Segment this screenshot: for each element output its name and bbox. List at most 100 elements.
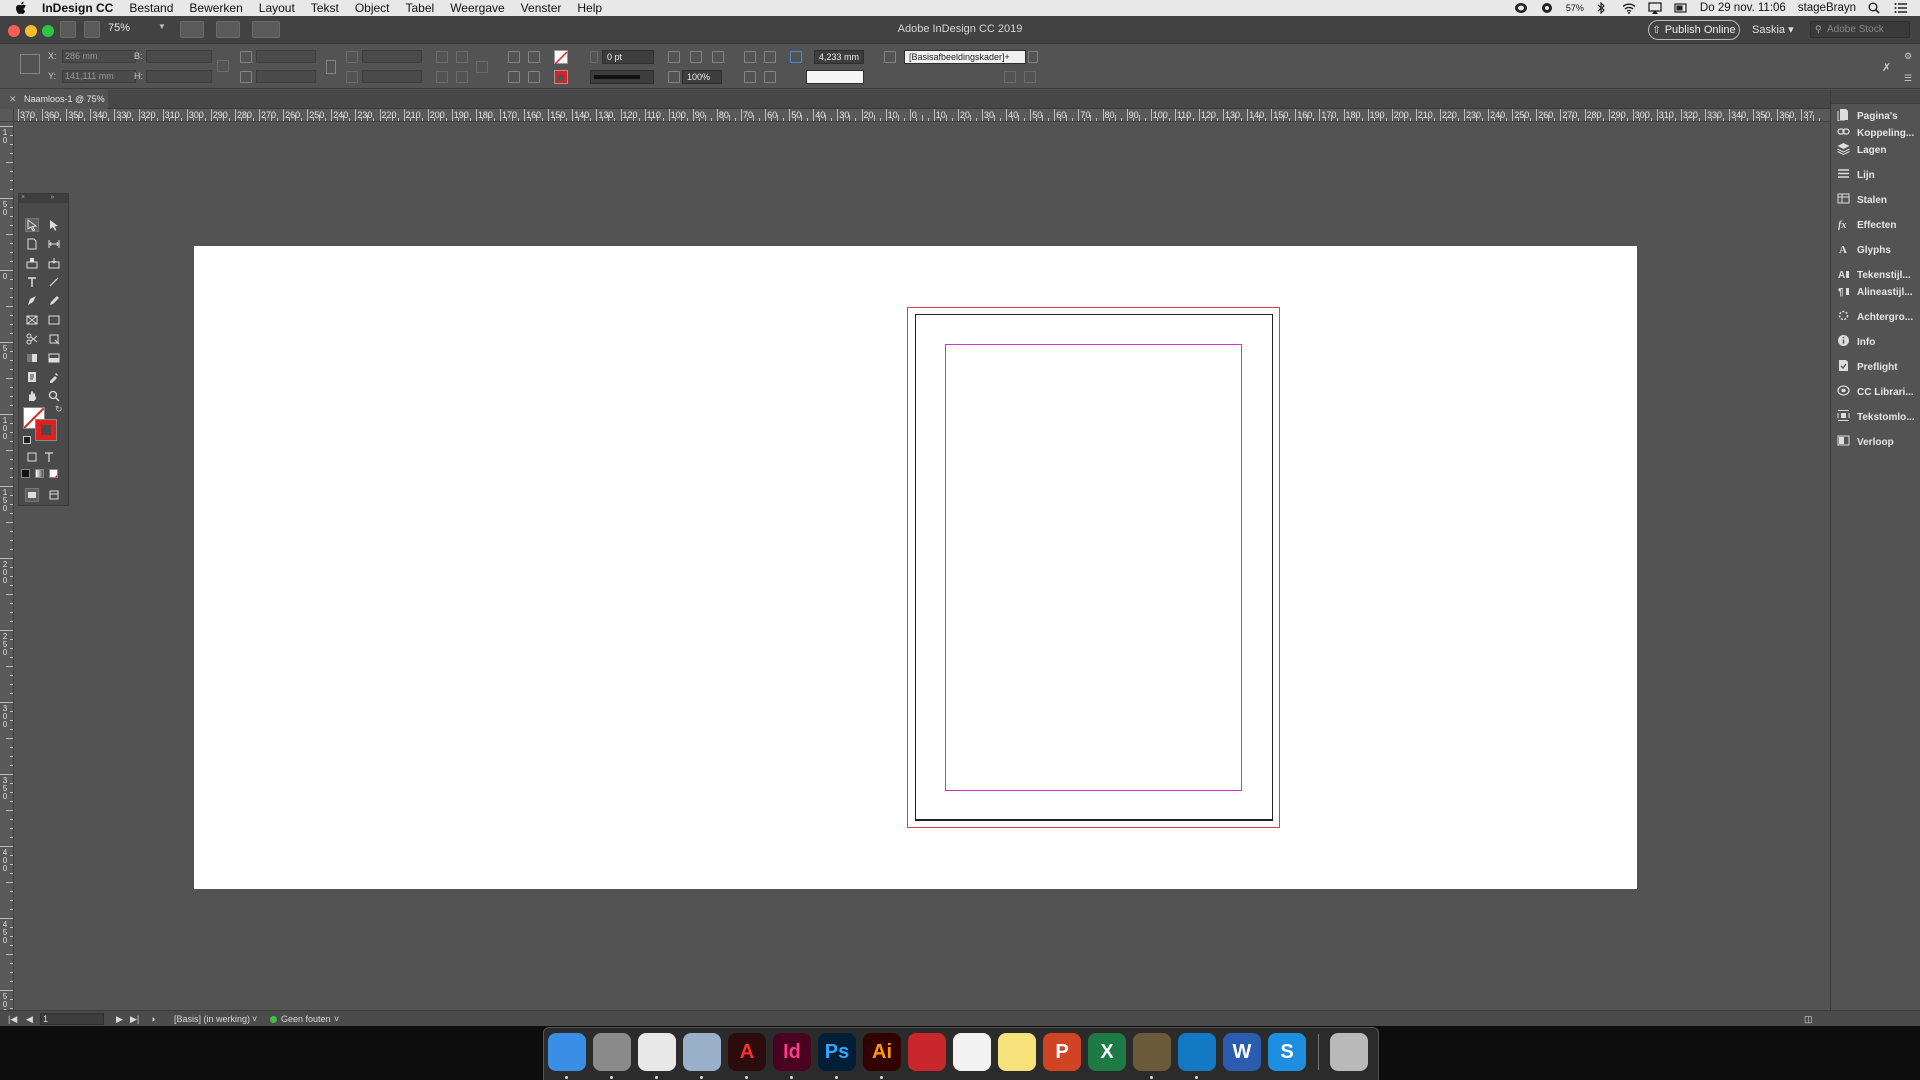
distribute-icon[interactable]: [744, 71, 756, 83]
normal-view-mode-icon[interactable]: [25, 488, 39, 502]
panel-tab-text-wrap[interactable]: Tekstomlo...: [1837, 408, 1919, 426]
apple-menu-icon[interactable]: [14, 1, 28, 15]
pen-tool-icon[interactable]: [25, 294, 39, 308]
width-field[interactable]: [146, 50, 212, 63]
scale-x-field[interactable]: [256, 50, 316, 63]
page-tool-icon[interactable]: [25, 237, 39, 251]
stroke-type-select[interactable]: [590, 70, 654, 84]
bridge-button[interactable]: [60, 21, 76, 38]
menu-object[interactable]: Object: [355, 0, 390, 16]
workspace-switcher[interactable]: Saskia ▾: [1752, 23, 1794, 36]
select-previous-object-icon[interactable]: [528, 71, 540, 83]
rectangle-frame-tool-icon[interactable]: [25, 313, 39, 327]
zoom-level-select[interactable]: 75% ▼: [108, 22, 168, 38]
chevron-down-icon[interactable]: ˅: [252, 1013, 257, 1025]
menu-help[interactable]: Help: [577, 0, 602, 16]
trello-icon[interactable]: [1178, 1033, 1216, 1071]
content-placer-tool-icon[interactable]: [47, 256, 61, 270]
panel-tab-character-styles[interactable]: A Tekenstijl...: [1837, 266, 1919, 284]
rotate-clockwise-icon[interactable]: [436, 51, 448, 63]
apply-color-icon[interactable]: [21, 469, 30, 478]
panel-tab-effects[interactable]: fx Effecten: [1837, 216, 1919, 234]
photoshop-icon[interactable]: Ps: [818, 1033, 856, 1071]
pencil-tool-icon[interactable]: [47, 294, 61, 308]
publish-online-button[interactable]: ⇧ Publish Online: [1648, 20, 1740, 40]
line-tool-icon[interactable]: [47, 275, 61, 289]
window-minimize-button[interactable]: [25, 25, 37, 37]
menu-venster[interactable]: Venster: [521, 0, 562, 16]
constrain-proportions-icon[interactable]: [217, 60, 229, 72]
stroke-weight-stepper-icon[interactable]: [590, 51, 598, 63]
opacity-field[interactable]: 100%: [682, 70, 722, 84]
panel-tab-paragraph-styles[interactable]: ¶ Alineastijl...: [1837, 283, 1919, 301]
airplay-icon[interactable]: [1648, 2, 1662, 14]
document-tab[interactable]: ✕ Naamloos-1 @ 75%: [0, 90, 108, 109]
stock-button[interactable]: [84, 21, 100, 38]
fill-swatch-none-icon[interactable]: [554, 50, 568, 65]
panels-dock-header[interactable]: [1831, 90, 1920, 104]
preview-icon[interactable]: [683, 1033, 721, 1071]
apply-none-icon[interactable]: [49, 469, 58, 478]
powerpoint-icon[interactable]: P: [1043, 1033, 1081, 1071]
menubar-username[interactable]: stageBrayn: [1798, 2, 1856, 14]
panel-tab-glyphs[interactable]: A Glyphs: [1837, 241, 1919, 259]
shear-angle-field[interactable]: [362, 70, 422, 83]
effects-preview-field[interactable]: [806, 70, 864, 84]
zoom-tool-icon[interactable]: [47, 389, 61, 403]
vertical-ruler[interactable]: 1 0 5 0 0 5 0 1 0 0 1 5 0 2 0 0 2 5 0 3 0 0 3 5 0…: [0, 122, 14, 1010]
panel-tab-layers[interactable]: Lagen: [1837, 141, 1919, 159]
screen-mode-button[interactable]: [216, 21, 240, 38]
content-collector-tool-icon[interactable]: [25, 256, 39, 270]
drop-shadow-icon[interactable]: [668, 51, 680, 63]
battery-icon[interactable]: [1674, 2, 1688, 14]
constrain-scale-icon[interactable]: [326, 60, 336, 74]
panel-menu-icon[interactable]: [1024, 71, 1036, 83]
first-page-icon[interactable]: |◀: [8, 1013, 17, 1025]
skype-icon[interactable]: S: [1268, 1033, 1306, 1071]
last-page-icon[interactable]: ▶|: [130, 1013, 139, 1025]
menu-app-name[interactable]: InDesign CC: [42, 0, 113, 16]
page-number-field[interactable]: 1: [40, 1013, 104, 1025]
height-field[interactable]: [146, 70, 212, 83]
object-style-dropdown-icon[interactable]: [1028, 51, 1038, 63]
panel-tab-cc-libraries[interactable]: CC Librari...: [1837, 383, 1919, 401]
rotation-angle-field[interactable]: [362, 50, 422, 63]
gradient-swatch-tool-icon[interactable]: [25, 351, 39, 365]
creative-cloud-icon[interactable]: [908, 1033, 946, 1071]
corner-options-icon[interactable]: [690, 51, 702, 63]
panel-tab-swatches[interactable]: Stalen: [1837, 191, 1919, 209]
formatting-affects-container-icon[interactable]: [25, 450, 39, 464]
creative-cloud-menubar-icon[interactable]: [1514, 2, 1528, 14]
next-page-icon[interactable]: ▶: [116, 1013, 123, 1025]
free-transform-tool-icon[interactable]: [47, 332, 61, 346]
panel-tab-info[interactable]: Info: [1837, 333, 1919, 351]
notes-icon[interactable]: [998, 1033, 1036, 1071]
menu-bestand[interactable]: Bestand: [129, 0, 173, 16]
stroke-weight-field[interactable]: 0 pt: [602, 50, 654, 64]
y-position-field[interactable]: 141,111 mm: [62, 70, 136, 83]
menu-layout[interactable]: Layout: [259, 0, 295, 16]
view-options-button[interactable]: [180, 21, 204, 38]
type-tool-icon[interactable]: [25, 275, 39, 289]
preview-mode-icon[interactable]: [47, 488, 61, 502]
word-icon[interactable]: W: [1223, 1033, 1261, 1071]
gap-tool-icon[interactable]: [47, 237, 61, 251]
select-next-object-icon[interactable]: [528, 51, 540, 63]
horizontal-ruler[interactable]: 370 360 350 340 330 320 310 300 290 280 270 260 250 2…: [14, 109, 1830, 122]
wifi-icon[interactable]: [1622, 2, 1636, 14]
flip-horizontal-icon[interactable]: [436, 71, 448, 83]
close-tab-icon[interactable]: ✕: [9, 90, 17, 109]
control-panel-menu-icon[interactable]: ☰: [1904, 73, 1912, 84]
document-open-icon[interactable]: ◑: [150, 1013, 155, 1025]
frame-fitting-icon[interactable]: [790, 51, 802, 63]
clear-overrides-icon[interactable]: [1004, 71, 1016, 83]
formatting-affects-text-icon[interactable]: [42, 450, 56, 464]
menu-tabel[interactable]: Tabel: [406, 0, 435, 16]
sync-menubar-icon[interactable]: [1540, 2, 1554, 14]
panel-tab-pages[interactable]: Pagina's: [1837, 107, 1919, 125]
panel-tab-stroke[interactable]: Lijn: [1837, 166, 1919, 184]
object-style-select[interactable]: [Basisafbeeldingskader]+: [904, 50, 1026, 64]
swap-fill-stroke-icon[interactable]: ↻: [55, 404, 63, 415]
adobe-stock-search-input[interactable]: ⚲ Adobe Stock: [1810, 21, 1910, 38]
panel-tab-preflight[interactable]: Preflight: [1837, 358, 1919, 376]
